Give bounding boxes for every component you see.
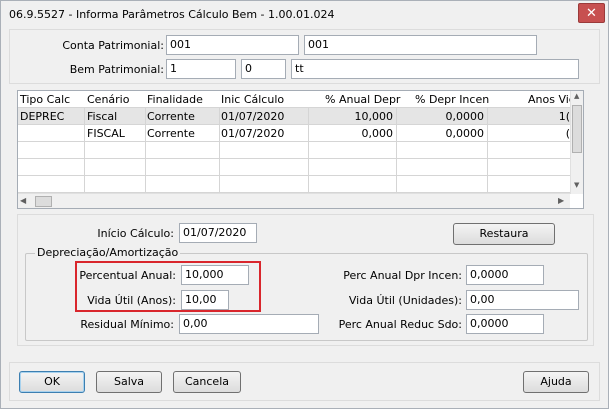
column-divider xyxy=(487,108,488,192)
scroll-up-icon[interactable]: ▲ xyxy=(574,92,579,100)
cell-anos-vida: ( xyxy=(565,127,570,140)
column-divider xyxy=(84,108,85,192)
col-inic-calculo[interactable]: Inic Cálculo xyxy=(221,93,284,106)
col-perc-anual-depr[interactable]: % Anual Depr xyxy=(325,93,400,106)
vida-util-unidades-field[interactable]: 0,00 xyxy=(466,290,579,310)
cancela-button[interactable]: Cancela xyxy=(173,371,241,393)
column-divider xyxy=(396,108,397,192)
vida-util-anos-label: Vida Útil (Anos): xyxy=(87,294,176,307)
inicio-calculo-field[interactable]: 01/07/2020 xyxy=(179,223,257,243)
cell-perc-anual-depr: 0,000 xyxy=(361,127,394,140)
bem-patrimonial-label: Bem Patrimonial: xyxy=(69,63,164,76)
perc-anual-dpr-incen-field[interactable]: 0,0000 xyxy=(466,265,544,285)
conta-patrimonial-label: Conta Patrimonial: xyxy=(62,39,164,52)
depreciacao-group-title: Depreciação/Amortização xyxy=(35,246,181,259)
percentual-anual-label: Percentual Anual: xyxy=(79,269,176,282)
parameters-grid[interactable]: Tipo Calc Cenário Finalidade Inic Cálcul… xyxy=(17,90,584,209)
percentual-anual-field[interactable]: 10,000 xyxy=(181,265,249,285)
salva-button[interactable]: Salva xyxy=(96,371,162,393)
restaura-button[interactable]: Restaura xyxy=(453,223,555,245)
cell-perc-depr-incen: 0,0000 xyxy=(445,110,485,123)
bem-desc-field[interactable]: tt xyxy=(291,59,579,79)
perc-anual-dpr-incen-label: Perc Anual Dpr Incen: xyxy=(343,269,462,282)
horizontal-scrollbar[interactable]: ◀ ▶ xyxy=(18,193,570,208)
dialog-window: 06.9.5527 - Informa Parâmetros Cálculo B… xyxy=(0,0,609,409)
inicio-calculo-label: Início Cálculo: xyxy=(97,227,174,240)
cell-finalidade: Corrente xyxy=(147,110,195,123)
column-divider xyxy=(145,108,146,192)
vida-util-unidades-label: Vida Útil (Unidades): xyxy=(348,294,462,307)
scroll-right-icon[interactable]: ▶ xyxy=(558,196,564,205)
cell-inic-calculo: 01/07/2020 xyxy=(221,110,285,123)
residual-minimo-field[interactable]: 0,00 xyxy=(179,314,319,334)
perc-anual-reduc-sdo-field[interactable]: 0,0000 xyxy=(466,314,544,334)
cell-perc-anual-depr: 10,000 xyxy=(354,110,394,123)
cell-anos-vida: 1( xyxy=(558,110,570,123)
column-divider xyxy=(219,108,220,192)
vertical-scrollbar[interactable]: ▲ ▼ xyxy=(570,91,583,194)
cell-tipo-calc: DEPREC xyxy=(20,110,65,123)
vertical-scroll-thumb[interactable] xyxy=(572,105,582,153)
col-anos-vida[interactable]: Anos Vic xyxy=(528,93,575,106)
cell-finalidade: Corrente xyxy=(147,127,195,140)
cell-cenario: Fiscal xyxy=(87,110,118,123)
perc-anual-reduc-sdo-label: Perc Anual Reduc Sdo: xyxy=(338,318,462,331)
bem-item-field[interactable]: 0 xyxy=(241,59,286,79)
residual-minimo-label: Residual Mínimo: xyxy=(80,318,174,331)
col-tipo-calc[interactable]: Tipo Calc xyxy=(20,93,70,106)
title-bar[interactable]: 06.9.5527 - Informa Parâmetros Cálculo B… xyxy=(1,1,608,29)
col-perc-depr-incen[interactable]: % Depr Incen xyxy=(415,93,489,106)
ajuda-button[interactable]: Ajuda xyxy=(523,371,589,393)
conta-patrimonial-desc-field[interactable]: 001 xyxy=(304,35,537,55)
cell-perc-depr-incen: 0,0000 xyxy=(445,127,485,140)
scroll-down-icon[interactable]: ▼ xyxy=(574,181,579,189)
cell-cenario: FISCAL xyxy=(87,127,125,140)
bem-patrimonial-field[interactable]: 1 xyxy=(166,59,236,79)
col-cenario[interactable]: Cenário xyxy=(87,93,129,106)
vida-util-anos-field[interactable]: 10,00 xyxy=(181,290,229,310)
col-finalidade[interactable]: Finalidade xyxy=(147,93,203,106)
grid-header: Tipo Calc Cenário Finalidade Inic Cálcul… xyxy=(18,91,575,108)
scroll-left-icon[interactable]: ◀ xyxy=(20,196,26,205)
column-divider xyxy=(308,108,309,192)
close-button[interactable]: ✕ xyxy=(578,3,605,23)
cell-inic-calculo: 01/07/2020 xyxy=(221,127,285,140)
conta-patrimonial-field[interactable]: 001 xyxy=(166,35,299,55)
horizontal-scroll-thumb[interactable] xyxy=(35,196,52,207)
ok-button[interactable]: OK xyxy=(19,371,85,393)
window-title: 06.9.5527 - Informa Parâmetros Cálculo B… xyxy=(9,8,335,21)
